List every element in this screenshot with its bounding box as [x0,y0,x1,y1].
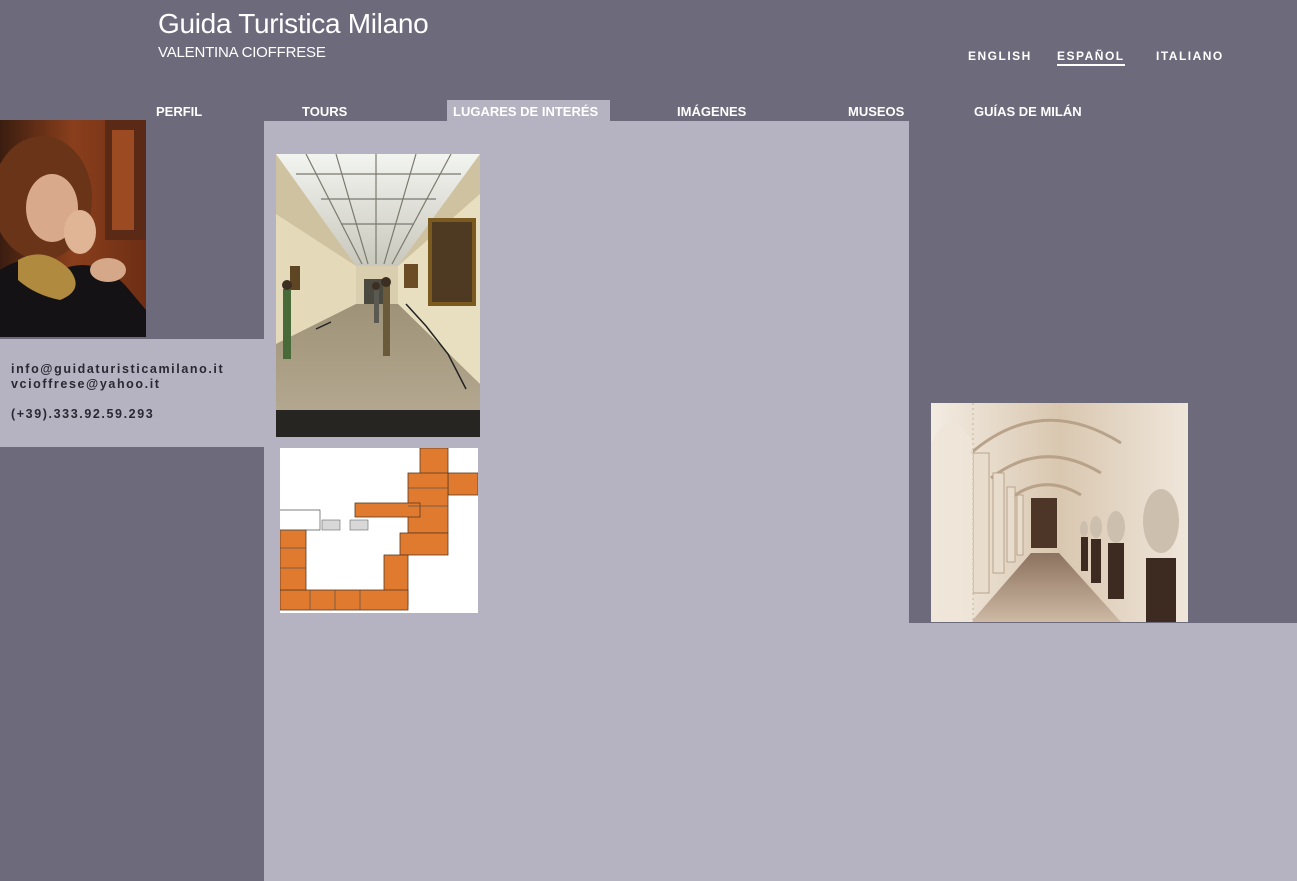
cloister-photo[interactable] [931,403,1188,622]
nav-lugares-de-interes[interactable]: LUGARES DE INTERÉS [453,104,598,119]
lang-espanol[interactable]: ESPAÑOL [1057,49,1125,66]
contact-email-2[interactable]: vcioffrese@yahoo.it [11,377,161,391]
nav-imagenes[interactable]: IMÁGENES [677,104,746,119]
lang-italiano[interactable]: ITALIANO [1156,49,1224,63]
gallery-photo[interactable] [276,154,480,437]
nav-guias-de-milan[interactable]: GUÍAS DE MILÁN [974,104,1082,119]
portrait-photo [0,120,146,337]
bottom-right-panel [909,623,1297,881]
lang-english[interactable]: ENGLISH [968,49,1032,63]
nav-perfil[interactable]: PERFIL [156,104,202,119]
site-subtitle: VALENTINA CIOFFRESE [158,44,326,61]
contact-email-1[interactable]: info@guidaturisticamilano.it [11,362,224,376]
floor-plan[interactable] [280,448,478,613]
nav-tours[interactable]: TOURS [302,104,347,119]
nav-museos[interactable]: MUSEOS [848,104,904,119]
contact-phone: (+39).333.92.59.293 [11,407,155,421]
contact-box [0,339,264,447]
site-title[interactable]: Guida Turistica Milano [158,8,429,40]
